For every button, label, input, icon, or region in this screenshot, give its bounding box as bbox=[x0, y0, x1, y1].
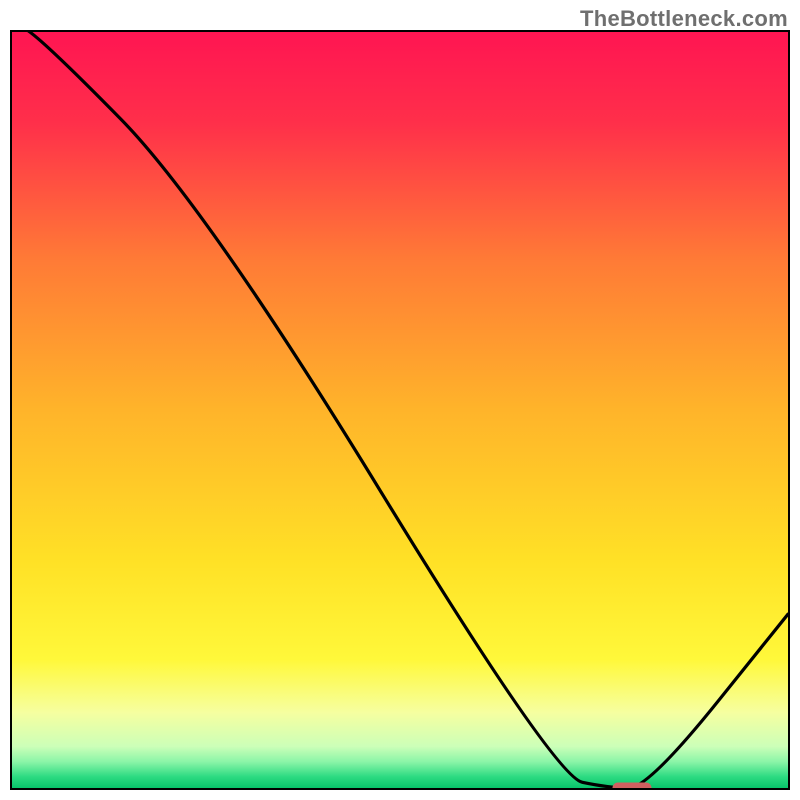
watermark-text: TheBottleneck.com bbox=[580, 6, 788, 32]
optimum-marker bbox=[613, 783, 652, 790]
line-curve bbox=[12, 32, 788, 788]
plot-area bbox=[10, 30, 790, 790]
chart-container: TheBottleneck.com bbox=[0, 0, 800, 800]
